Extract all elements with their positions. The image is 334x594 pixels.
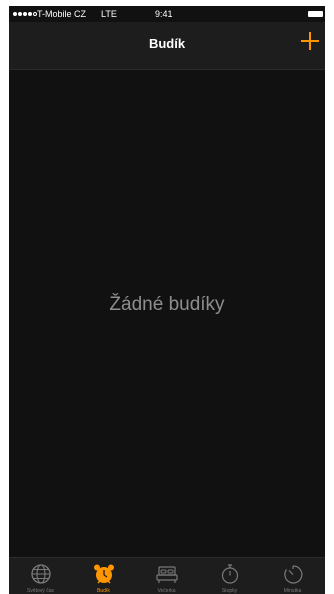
- navigation-bar: Budík: [9, 22, 325, 70]
- tab-label: Večerka: [157, 588, 176, 594]
- add-alarm-button[interactable]: [299, 30, 321, 52]
- tab-label: Světový čas: [27, 588, 54, 594]
- bed-icon: [155, 566, 178, 583]
- page-title: Budík: [148, 36, 186, 51]
- alarm-list: Žádné budíky: [9, 70, 325, 557]
- empty-state-message: Žádné budíky: [109, 294, 225, 315]
- tab-label: Stopky: [221, 588, 238, 594]
- status-time: 9:41: [155, 9, 173, 19]
- status-bar: T-Mobile CZ LTE 9:41: [9, 6, 325, 22]
- timer-icon: [283, 565, 302, 584]
- network-type: LTE: [101, 9, 117, 19]
- stopwatch-icon: [221, 564, 238, 584]
- tab-world-clock[interactable]: Světový čas: [9, 558, 72, 594]
- battery-icon: [308, 11, 323, 17]
- phone-screen: T-Mobile CZ LTE 9:41 Budík Žádné budíky …: [9, 6, 325, 594]
- alarm-clock-icon: [93, 564, 114, 584]
- tab-label: Budík: [97, 588, 110, 594]
- globe-icon: [30, 564, 51, 584]
- tab-bar: Světový čas Budík Večerka Stopky Minutka: [9, 557, 325, 594]
- carrier-name: T-Mobile CZ: [37, 9, 87, 19]
- tab-bedtime[interactable]: Večerka: [135, 558, 198, 594]
- tab-label: Minutka: [283, 588, 302, 594]
- tab-stopwatch[interactable]: Stopky: [198, 558, 261, 594]
- tab-timer[interactable]: Minutka: [261, 558, 324, 594]
- tab-alarm[interactable]: Budík: [72, 558, 135, 594]
- plus-icon: [301, 32, 319, 50]
